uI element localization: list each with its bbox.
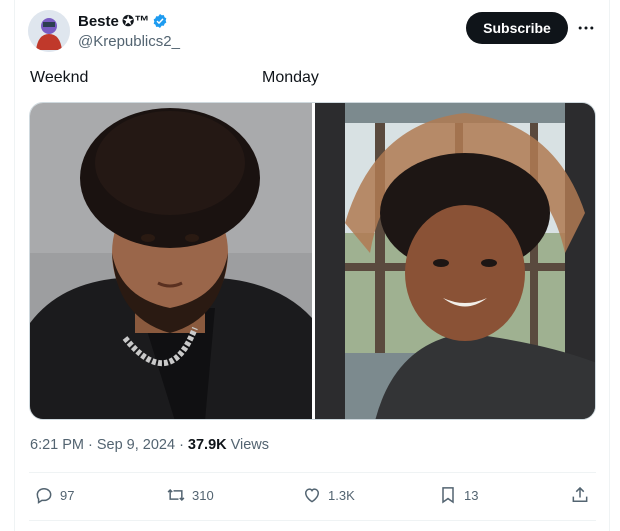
- meta-separator: ·: [88, 437, 93, 453]
- avatar[interactable]: [28, 10, 70, 52]
- meta-separator-2: ·: [179, 437, 184, 453]
- repost-icon: [167, 488, 185, 502]
- like-button[interactable]: 1.3K: [302, 485, 355, 505]
- divider: [29, 520, 596, 521]
- share-button[interactable]: [570, 485, 590, 505]
- views-count: 37.9K: [187, 437, 227, 453]
- author-name-row[interactable]: Beste ✪™: [78, 12, 168, 30]
- post-meta: 6:21 PM · Sep 9, 2024 · 37.9K Views: [30, 437, 269, 453]
- photo-right[interactable]: [315, 103, 596, 420]
- bookmark-button[interactable]: 13: [438, 485, 478, 505]
- post-time[interactable]: 6:21 PM: [30, 437, 84, 453]
- author-handle[interactable]: @Krepublics2_: [78, 33, 180, 50]
- reply-count: 97: [60, 487, 75, 503]
- like-count: 1.3K: [328, 487, 355, 503]
- share-icon: [572, 486, 588, 502]
- repost-count: 310: [192, 487, 214, 503]
- more-icon[interactable]: [574, 16, 598, 40]
- author-display-name[interactable]: Beste: [78, 13, 119, 30]
- caption-left: Weeknd: [30, 69, 89, 86]
- author-name-emoji: ✪™: [121, 13, 150, 30]
- post-media[interactable]: [29, 102, 596, 420]
- subscribe-button[interactable]: Subscribe: [466, 12, 568, 44]
- caption-right: Monday: [262, 69, 319, 86]
- reply-button[interactable]: 97: [34, 485, 74, 505]
- views-label: Views: [230, 437, 270, 453]
- reply-icon: [36, 487, 52, 504]
- divider: [29, 472, 596, 473]
- repost-button[interactable]: 310: [166, 485, 214, 505]
- bookmark-count: 13: [464, 487, 479, 503]
- bookmark-icon: [442, 487, 454, 504]
- like-icon: [304, 488, 320, 503]
- photo-left[interactable]: [30, 103, 312, 420]
- post-date[interactable]: Sep 9, 2024: [97, 437, 175, 453]
- verified-icon: [152, 13, 168, 29]
